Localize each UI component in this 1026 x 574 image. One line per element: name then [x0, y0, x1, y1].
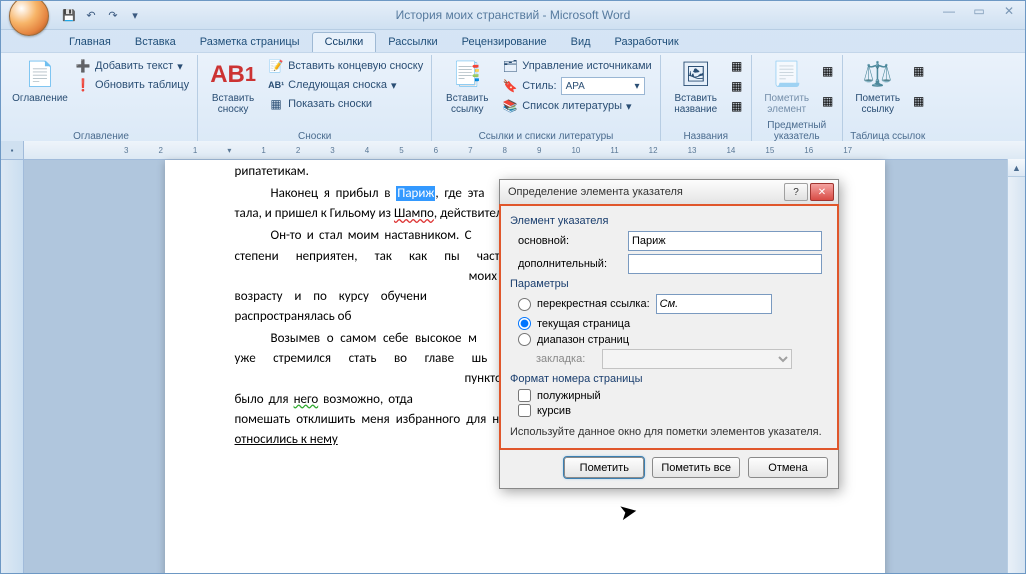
group-toc: 📄 Оглавление ➕Добавить текст ▾ ❗Обновить… [5, 55, 198, 143]
dialog-titlebar[interactable]: Определение элемента указателя ? ✕ [500, 180, 838, 205]
section-label: Формат номера страницы [510, 373, 828, 385]
cap-opt2-icon[interactable]: ▦ [729, 78, 745, 94]
add-text-button[interactable]: ➕Добавить текст ▾ [73, 57, 191, 75]
footnote-icon: AB1 [217, 59, 249, 91]
endnote-icon: 📝 [268, 58, 284, 74]
current-page-radio[interactable] [518, 317, 531, 330]
update-table-button[interactable]: ❗Обновить таблицу [73, 76, 191, 94]
group-citations: 📑 Вставить ссылку 🗂Управление источникам… [432, 55, 660, 143]
cross-reference-radio[interactable] [518, 298, 531, 311]
close-button[interactable]: ✕ [997, 3, 1021, 19]
group-label: Предметный указатель [752, 120, 842, 142]
sub-entry-label: дополнительный: [518, 258, 622, 270]
insert-footnote-button[interactable]: AB1 Вставить сноску [204, 57, 262, 115]
bookmark-label: закладка: [536, 353, 596, 365]
caption-icon: 🖼 [680, 59, 712, 91]
cap-opt3-icon[interactable]: ▦ [729, 98, 745, 114]
dialog-title: Определение элемента указателя [508, 186, 683, 198]
bold-checkbox[interactable] [518, 389, 531, 402]
tab-insert[interactable]: Вставка [123, 33, 188, 52]
toc-icon: 📄 [24, 59, 56, 91]
tab-page-layout[interactable]: Разметка страницы [188, 33, 312, 52]
insert-caption-button[interactable]: 🖼 Вставить название [667, 57, 725, 115]
idx-opt2-icon[interactable]: ▦ [820, 93, 836, 109]
horizontal-ruler[interactable]: 321▾1234567891011121314151617 [24, 141, 1025, 160]
vertical-scrollbar[interactable]: ▲ [1007, 159, 1025, 573]
tab-home[interactable]: Главная [57, 33, 123, 52]
save-icon[interactable]: 💾 [59, 5, 79, 25]
group-index: 📃 Пометить элемент ▦ ▦ Предметный указат… [752, 55, 843, 143]
app-window: 💾 ↶ ↷ ▾ История моих странствий - Micros… [0, 0, 1026, 574]
mark-citation-icon: ⚖️ [862, 59, 894, 91]
ruler-corner-icon[interactable]: ▪ [1, 141, 23, 160]
mark-entry-button[interactable]: 📃 Пометить элемент [758, 57, 816, 115]
bookmark-select [602, 349, 792, 369]
group-authorities: ⚖️ Пометить ссылку ▦ ▦ Таблица ссылок [843, 55, 933, 143]
dialog-close-button[interactable]: ✕ [810, 183, 834, 201]
main-entry-label: основной: [518, 235, 622, 247]
mark-all-button[interactable]: Пометить все [652, 457, 740, 478]
scroll-up-icon[interactable]: ▲ [1008, 159, 1025, 177]
titlebar: 💾 ↶ ↷ ▾ История моих странствий - Micros… [1, 1, 1025, 30]
tab-review[interactable]: Рецензирование [450, 33, 559, 52]
minimize-button[interactable]: — [937, 3, 961, 19]
cap-opt1-icon[interactable]: ▦ [729, 58, 745, 74]
next-footnote-button[interactable]: AB¹Следующая сноска ▾ [266, 76, 425, 94]
group-footnotes: AB1 Вставить сноску 📝Вставить концевую с… [198, 55, 432, 143]
refresh-icon: ❗ [75, 77, 91, 93]
qat-more-icon[interactable]: ▾ [125, 5, 145, 25]
selected-text: Париж [396, 186, 435, 201]
cross-reference-input[interactable] [656, 294, 772, 314]
biblio-icon: 📚 [502, 98, 518, 114]
ab-icon: AB¹ [268, 77, 284, 93]
auth-opt2-icon[interactable]: ▦ [911, 93, 927, 109]
toc-button[interactable]: 📄 Оглавление [11, 57, 69, 104]
cancel-button[interactable]: Отмена [748, 457, 828, 478]
redo-icon[interactable]: ↷ [103, 5, 123, 25]
tab-developer[interactable]: Разработчик [603, 33, 691, 52]
tab-mailings[interactable]: Рассылки [376, 33, 449, 52]
sub-entry-input[interactable] [628, 254, 822, 274]
vertical-ruler[interactable]: ▪ [1, 141, 24, 573]
section-label: Параметры [510, 278, 828, 290]
quick-access-toolbar: 💾 ↶ ↷ ▾ [59, 5, 145, 25]
italic-checkbox[interactable] [518, 404, 531, 417]
window-title: История моих странствий - Microsoft Word [1, 8, 1025, 22]
idx-opt1-icon[interactable]: ▦ [820, 63, 836, 79]
style-icon: 🔖 [502, 78, 518, 94]
ribbon-tabs: Главная Вставка Разметка страницы Ссылки… [1, 30, 1025, 52]
insert-citation-button[interactable]: 📑 Вставить ссылку [438, 57, 496, 115]
group-captions: 🖼 Вставить название ▦ ▦ ▦ Названия [661, 55, 752, 143]
help-button[interactable]: ? [784, 183, 808, 201]
show-icon: ▦ [268, 96, 284, 112]
mark-entry-icon: 📃 [771, 59, 803, 91]
main-entry-input[interactable] [628, 231, 822, 251]
mark-citation-button[interactable]: ⚖️ Пометить ссылку [849, 57, 907, 115]
mark-button[interactable]: Пометить [564, 457, 644, 478]
page-range-radio[interactable] [518, 333, 531, 346]
maximize-button[interactable]: ▭ [967, 3, 991, 19]
style-selector[interactable]: 🔖Стиль: APA▾ [500, 76, 653, 96]
citation-icon: 📑 [451, 59, 483, 91]
ribbon: 📄 Оглавление ➕Добавить текст ▾ ❗Обновить… [1, 52, 1025, 144]
plus-icon: ➕ [75, 58, 91, 74]
dialog-hint: Используйте данное окно для пометки элем… [510, 425, 828, 439]
sources-icon: 🗂 [502, 58, 518, 74]
bibliography-button[interactable]: 📚Список литературы ▾ [500, 97, 653, 115]
tab-references[interactable]: Ссылки [312, 32, 377, 52]
tab-view[interactable]: Вид [559, 33, 603, 52]
insert-endnote-button[interactable]: 📝Вставить концевую сноску [266, 57, 425, 75]
manage-sources-button[interactable]: 🗂Управление источниками [500, 57, 653, 75]
mark-index-entry-dialog: Определение элемента указателя ? ✕ Элеме… [499, 179, 839, 489]
section-label: Элемент указателя [510, 215, 828, 227]
show-notes-button[interactable]: ▦Показать сноски [266, 95, 425, 113]
auth-opt1-icon[interactable]: ▦ [911, 63, 927, 79]
undo-icon[interactable]: ↶ [81, 5, 101, 25]
